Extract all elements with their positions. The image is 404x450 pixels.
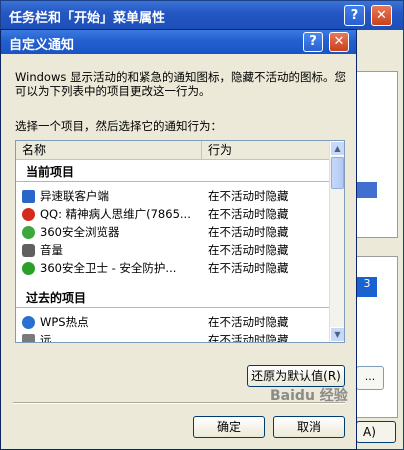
taskbar-properties-title: 任务栏和「开始」菜单属性 [9,11,166,26]
list-item-behavior[interactable]: 在不活动时隐藏 [208,206,289,223]
list-item-name: WPS热点 [40,315,89,329]
section-past-items: 过去的项目 [26,291,87,305]
list-item-behavior[interactable]: 在不活动时隐藏 [208,224,289,241]
list-item[interactable]: 360安全浏览器 在不活动时隐藏 [22,224,329,241]
dialog-title: 自定义通知 [9,38,75,53]
list-item-behavior[interactable]: 在不活动时隐藏 [208,314,289,331]
speaker-icon [22,244,35,257]
list-item[interactable]: QQ: 精神病人思维广(7865... 在不活动时隐藏 [22,206,329,223]
customize-button[interactable]: ... [356,366,384,390]
taskbar-preview-image [357,182,377,198]
restore-defaults-button[interactable]: 还原为默认值(R) [247,365,345,387]
taskbar-preview-panel [356,71,398,238]
list-item-name: QQ: 精神病人思维广(7865... [40,207,191,221]
taskbar-properties-titlebar[interactable]: 任务栏和「开始」菜单属性 ? ✕ [1,1,403,30]
ok-button[interactable]: 确定 [193,416,265,438]
apply-button[interactable]: A) [356,421,396,443]
list-item[interactable]: WPS热点 在不活动时隐藏 [22,314,329,331]
section-current-items: 当前项目 [26,165,75,179]
column-header-name[interactable]: 名称 [16,141,202,159]
list-item-name: 远 [40,333,52,343]
customize-notifications-dialog: 自定义通知 ? ✕ Windows 显示活动的和紧急的通知图标，隐藏不活动的图标… [0,29,357,450]
notification-items-list[interactable]: 名称 行为 当前项目 异速联客户端 在不活动时隐藏 QQ: 精神病人思维广(78… [15,140,345,343]
help-button[interactable]: ? [344,5,365,26]
dialog-description: Windows 显示活动的和紧急的通知图标，隐藏不活动的图标。您可以为下列表中的… [15,70,346,98]
list-header: 名称 行为 [16,141,329,160]
dialog-help-button[interactable]: ? [303,32,323,52]
network-client-icon [22,190,35,203]
dialog-instruction: 选择一个项目，然后选择它的通知行为： [15,119,222,133]
browser-icon [22,226,35,239]
column-header-behavior[interactable]: 行为 [203,141,329,159]
list-item[interactable]: 360安全卫士 - 安全防护... 在不活动时隐藏 [22,260,329,277]
scroll-up-icon[interactable]: ▲ [330,141,344,156]
shield-icon [22,262,35,275]
list-item-name: 音量 [40,243,63,257]
list-item-behavior[interactable]: 在不活动时隐藏 [208,242,289,259]
list-item[interactable]: 异速联客户端 在不活动时隐藏 [22,188,329,205]
wps-icon [22,316,35,329]
list-item-behavior[interactable]: 在不活动时隐藏 [208,188,289,205]
notification-preview-image: 3 [357,277,377,297]
list-item-behavior[interactable]: 在不活动时隐藏 [208,332,289,342]
section-divider [16,181,329,182]
cancel-button[interactable]: 取消 [273,416,345,438]
scroll-thumb[interactable] [331,157,344,189]
list-item-behavior[interactable]: 在不活动时隐藏 [208,260,289,277]
footer-divider [13,402,345,404]
dialog-close-button[interactable]: ✕ [329,32,349,52]
dialog-titlebar[interactable]: 自定义通知 ? ✕ [1,30,356,54]
list-item-name: 360安全卫士 - 安全防护... [40,261,177,275]
notification-area-preview-panel: 3 [356,256,398,418]
close-button[interactable]: ✕ [371,5,392,26]
list-item[interactable]: 远 在不活动时隐藏 [22,332,329,343]
scroll-down-icon[interactable]: ▼ [330,327,344,342]
list-item-name: 异速联客户端 [40,189,109,203]
section-divider [16,307,329,308]
list-item[interactable]: 音量 在不活动时隐藏 [22,242,329,259]
app-icon [22,334,35,342]
vertical-scrollbar[interactable]: ▲ ▼ [329,141,344,342]
qq-penguin-icon [22,208,35,221]
list-item-name: 360安全浏览器 [40,225,120,239]
